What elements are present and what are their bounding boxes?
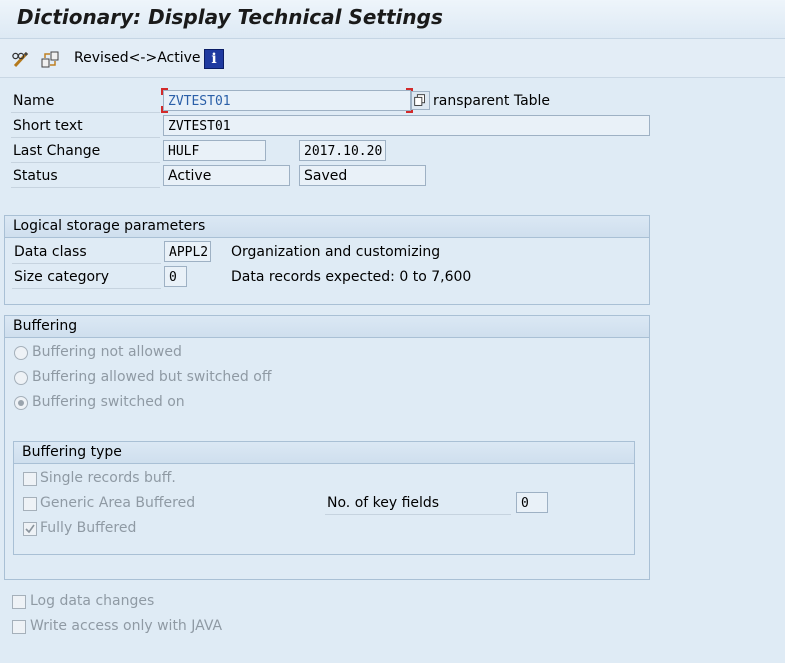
last-change-user-field[interactable]: HULF — [163, 140, 266, 161]
last-change-label: Last Change — [11, 140, 160, 163]
radio-buffering-switched-off[interactable] — [14, 371, 28, 385]
size-category-label: Size category — [12, 266, 161, 289]
status-field[interactable]: Active — [163, 165, 290, 186]
name-label: Name — [11, 90, 160, 113]
log-data-changes-label: Log data changes — [30, 593, 155, 609]
buffering-switched-off-label: Buffering allowed but switched off — [32, 369, 272, 385]
checkbox-log-data-changes[interactable] — [12, 595, 26, 609]
checkmark-icon — [25, 524, 35, 534]
buffering-group: Buffering Buffering not allowed Bufferin… — [4, 315, 650, 580]
title-bar: Dictionary: Display Technical Settings — [0, 0, 785, 39]
short-text-field[interactable]: ZVTEST01 — [163, 115, 650, 136]
window-title: Dictionary: Display Technical Settings — [17, 5, 443, 29]
application-toolbar: Revised<->Active i — [0, 39, 785, 78]
data-class-description: Organization and customizing — [231, 244, 441, 260]
revised-active-button[interactable]: Revised<->Active — [74, 50, 201, 66]
checkbox-generic-area[interactable] — [23, 497, 37, 511]
pencil-glasses-icon[interactable] — [11, 49, 31, 69]
logical-storage-title: Logical storage parameters — [5, 216, 649, 238]
key-fields-field[interactable]: 0 — [516, 492, 548, 513]
fully-buffered-label: Fully Buffered — [40, 520, 137, 536]
size-category-field[interactable]: 0 — [164, 266, 187, 287]
data-class-label: Data class — [12, 241, 161, 264]
status-saved-field[interactable]: Saved — [299, 165, 426, 186]
buffering-switched-on-label: Buffering switched on — [32, 394, 185, 410]
radio-buffering-switched-on[interactable] — [14, 396, 28, 410]
buffering-type-group: Buffering type Single records buff. Gene… — [13, 441, 635, 555]
buffering-title: Buffering — [5, 316, 649, 338]
generic-area-label: Generic Area Buffered — [40, 495, 196, 511]
single-records-label: Single records buff. — [40, 470, 176, 486]
logical-storage-group: Logical storage parameters Data class AP… — [4, 215, 650, 305]
info-icon[interactable]: i — [204, 49, 224, 69]
data-class-field[interactable]: APPL2 — [164, 241, 211, 262]
checkbox-java-only[interactable] — [12, 620, 26, 634]
size-category-description: Data records expected: 0 to 7,600 — [231, 269, 472, 285]
display-change-icon[interactable] — [40, 49, 60, 69]
status-label: Status — [11, 165, 160, 188]
checkbox-fully-buffered[interactable] — [23, 522, 37, 536]
value-help-button[interactable] — [411, 91, 430, 110]
buffering-type-title: Buffering type — [14, 442, 634, 464]
short-text-label: Short text — [11, 115, 160, 138]
java-only-label: Write access only with JAVA — [30, 618, 223, 634]
name-field-focus-marks — [161, 88, 413, 113]
copy-icon — [414, 94, 425, 106]
key-fields-label: No. of key fields — [325, 492, 511, 515]
buffering-not-allowed-label: Buffering not allowed — [32, 344, 182, 360]
checkbox-single-records[interactable] — [23, 472, 37, 486]
table-category-text: ransparent Table — [433, 93, 551, 109]
radio-selected-dot — [18, 400, 24, 406]
radio-buffering-not-allowed[interactable] — [14, 346, 28, 360]
last-change-date-field[interactable]: 2017.10.20 — [299, 140, 386, 161]
